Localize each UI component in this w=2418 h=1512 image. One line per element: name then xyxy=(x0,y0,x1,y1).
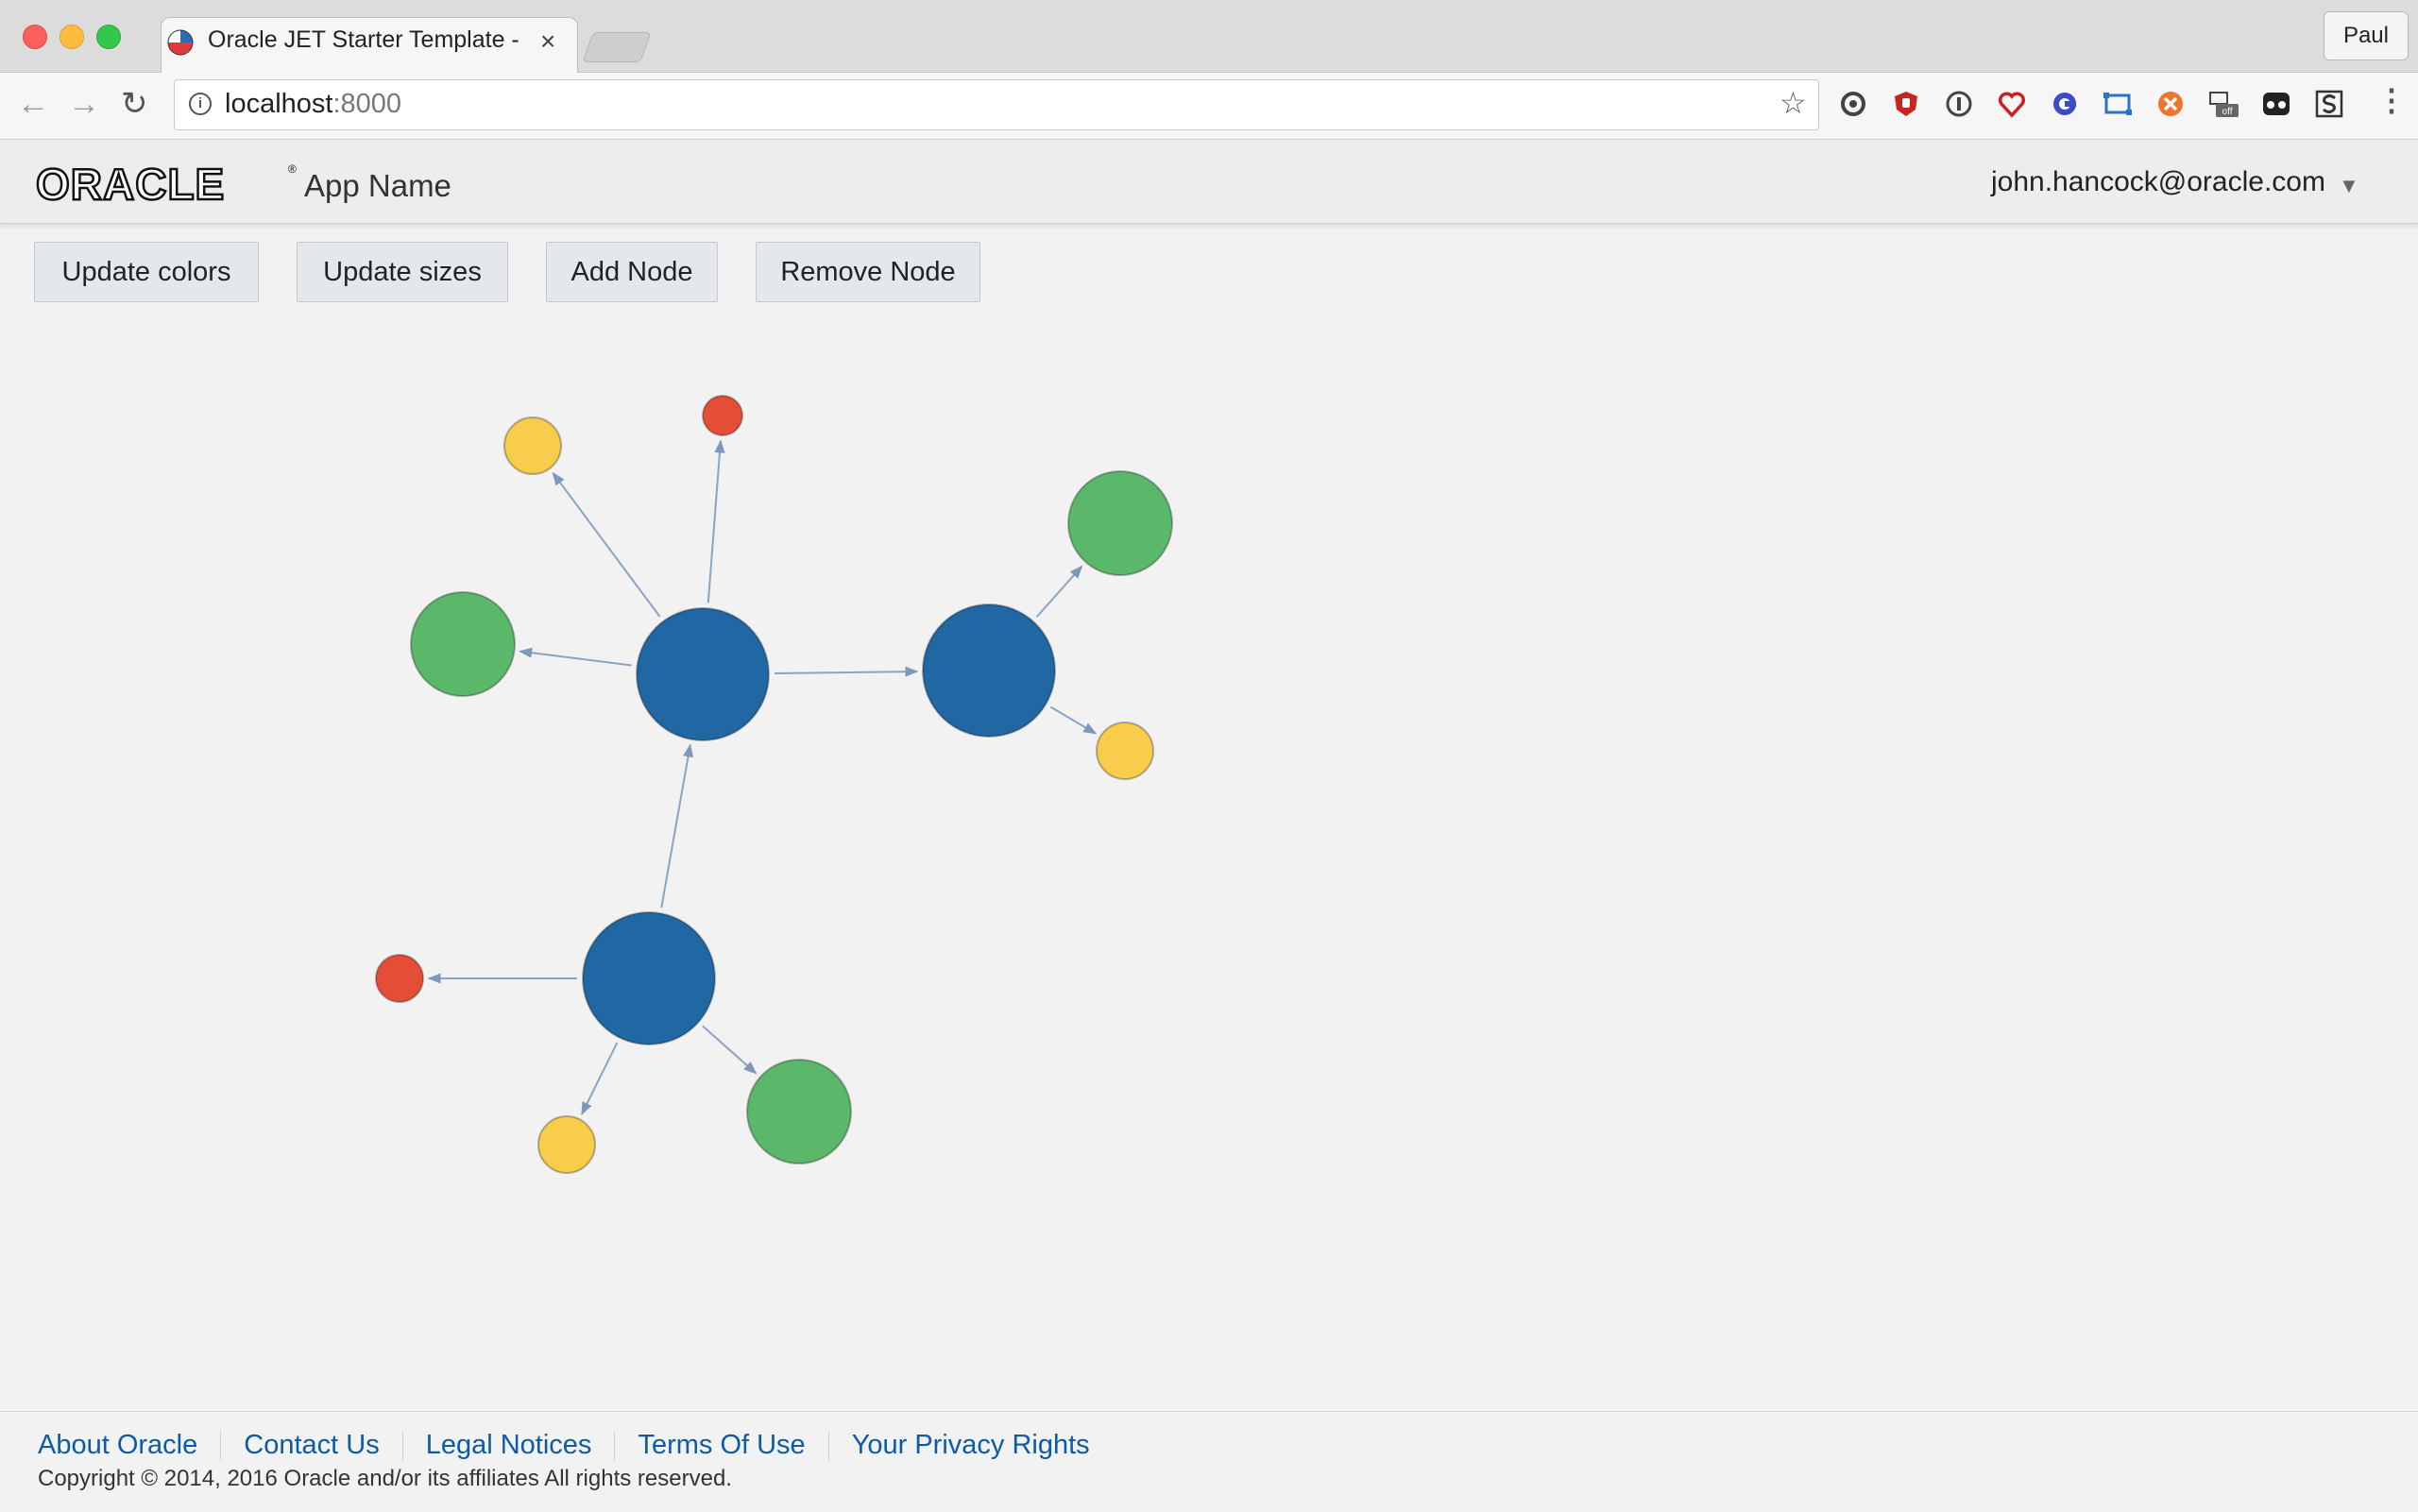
footer-divider xyxy=(401,1431,403,1462)
graph-link xyxy=(774,666,919,677)
footer xyxy=(0,1411,2418,1512)
graph-node-hub-1[interactable] xyxy=(636,607,770,741)
graph-node-leaf-green-3[interactable] xyxy=(746,1059,852,1164)
graph-link xyxy=(519,647,632,667)
graph-links xyxy=(427,439,1098,1115)
graph-link xyxy=(1049,705,1098,735)
footer-link-terms-of-use[interactable]: Terms Of Use xyxy=(638,1430,805,1460)
footer-link-privacy-rights[interactable]: Your Privacy Rights xyxy=(852,1430,1090,1460)
graph-nodes xyxy=(375,395,1173,1174)
graph-link xyxy=(552,471,661,618)
graph-node-leaf-yellow-3[interactable] xyxy=(537,1115,596,1174)
graph-node-leaf-yellow-1[interactable] xyxy=(503,416,562,475)
footer-link-contact-us[interactable]: Contact Us xyxy=(244,1430,379,1460)
graph-link xyxy=(1035,565,1083,618)
graph-link xyxy=(702,1025,758,1075)
footer-link-about-oracle[interactable]: About Oracle xyxy=(38,1430,197,1460)
graph-node-leaf-red-2[interactable] xyxy=(375,954,424,1003)
copyright-text: Copyright © 2014, 2016 Oracle and/or its… xyxy=(38,1466,732,1491)
graph-link xyxy=(707,439,725,603)
graph-node-hub-2[interactable] xyxy=(922,603,1056,738)
graph-node-leaf-green-2[interactable] xyxy=(1067,470,1173,576)
graph-node-leaf-red-1[interactable] xyxy=(702,395,743,436)
footer-divider xyxy=(614,1431,616,1462)
footer-links: About Oracle Contact Us Legal Notices Terms… xyxy=(38,1430,1090,1462)
footer-link-legal-notices[interactable]: Legal Notices xyxy=(426,1430,592,1460)
graph-link xyxy=(581,1042,619,1115)
network-graph[interactable] xyxy=(0,0,2418,1511)
graph-node-leaf-yellow-2[interactable] xyxy=(1096,722,1154,780)
graph-link xyxy=(660,743,694,909)
graph-node-hub-3[interactable] xyxy=(582,911,716,1045)
graph-node-leaf-green-1[interactable] xyxy=(410,591,516,697)
footer-divider xyxy=(220,1431,222,1462)
footer-divider xyxy=(827,1431,829,1462)
